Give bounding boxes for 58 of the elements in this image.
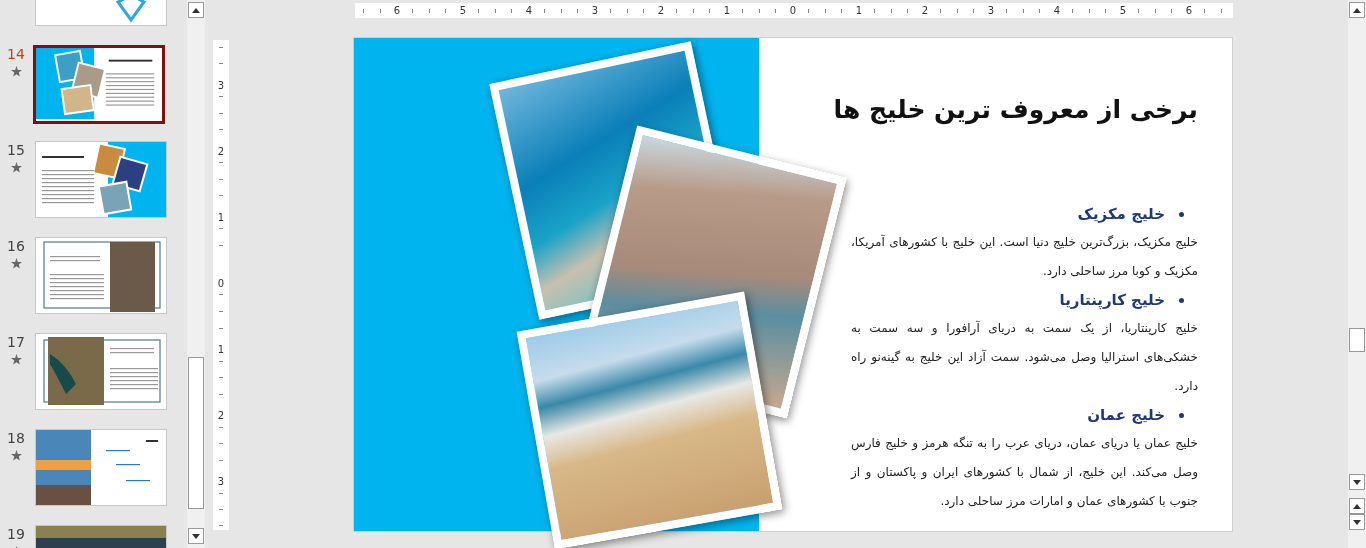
scroll-down-button[interactable] bbox=[1349, 474, 1365, 490]
section-heading: خلیج کارپنتاریا bbox=[1059, 291, 1165, 309]
star-icon bbox=[10, 162, 22, 173]
slide-number: 17 bbox=[7, 333, 25, 351]
ruler-number: 5 bbox=[1119, 5, 1127, 16]
ruler-number: 3 bbox=[217, 79, 225, 91]
bullet-icon bbox=[1179, 297, 1184, 303]
slide-number: 15 bbox=[7, 141, 25, 159]
ruler-number: 4 bbox=[1053, 5, 1061, 16]
ruler-number: 1 bbox=[723, 5, 731, 16]
ruler-number: 1 bbox=[855, 5, 863, 16]
slide-number: 18 bbox=[7, 429, 25, 447]
ruler-number: 0 bbox=[789, 5, 797, 16]
ruler-number: 3 bbox=[987, 5, 995, 16]
bullet-icon bbox=[1179, 412, 1184, 418]
triangle-down-icon bbox=[1353, 479, 1361, 485]
scrollbar[interactable] bbox=[1348, 0, 1366, 548]
triangle-down-icon bbox=[1353, 519, 1361, 525]
ruler-number: 2 bbox=[921, 5, 929, 16]
star-icon bbox=[10, 450, 22, 461]
slide-number: 14 bbox=[7, 45, 25, 63]
ruler-number: 4 bbox=[525, 5, 533, 16]
scroll-up-button[interactable] bbox=[188, 2, 204, 18]
scroll-up-button[interactable] bbox=[1349, 2, 1365, 18]
next-slide-button[interactable] bbox=[1349, 514, 1365, 530]
scroll-down-button[interactable] bbox=[188, 528, 204, 544]
star-icon bbox=[10, 258, 22, 269]
slide-thumbnail[interactable] bbox=[33, 45, 165, 124]
ruler-number: 1 bbox=[217, 211, 225, 223]
ruler-number: 2 bbox=[217, 145, 225, 157]
ruler-number: 6 bbox=[393, 5, 401, 16]
ruler-number: 2 bbox=[657, 5, 665, 16]
ruler-number: 6 bbox=[1185, 5, 1193, 16]
scrollbar-thumb[interactable] bbox=[1349, 328, 1365, 352]
ruler-number: 1 bbox=[217, 343, 225, 355]
section-heading: خلیج مکزیک bbox=[1077, 205, 1165, 223]
triangle-down-icon bbox=[192, 533, 200, 539]
section-text: خلیج کارپنتاریا، از یک سمت به دریای آرافورا و سه سمت به خشکی‌های استرالیا وصل می‌شود. سمت آزاد این خلیج به گینه‌نو راه دارد. bbox=[851, 319, 1198, 396]
ruler-number: 2 bbox=[217, 409, 225, 421]
slide-number: 16 bbox=[7, 237, 25, 255]
slide-number: 19 bbox=[7, 525, 25, 543]
triangle-up-icon bbox=[1353, 7, 1361, 13]
slide-title: برخی از معروف ترین خلیج ها bbox=[832, 94, 1198, 127]
ruler-number: 5 bbox=[459, 5, 467, 16]
ruler-number: 0 bbox=[217, 277, 225, 289]
section-heading: خلیج عمان bbox=[1087, 406, 1165, 424]
triangle-up-icon bbox=[192, 7, 200, 13]
section-text: خلیج مکزیک، بزرگ‌ترین خلیج دنیا است. این خلیج با کشورهای آمریکا، مکزیک و کوبا مرز ساحلی دارد. bbox=[851, 233, 1198, 280]
scrollbar[interactable] bbox=[187, 0, 205, 548]
section-text: خلیج عمان یا دریای عمان، دریای عرب را به تنگه هرمز و خلیج فارس وصل می‌کند. این خلیج، از شمال با کشورهای ایران و پاکستان و از جنوب با کشورهای عمان و امارات مرز ساحلی دارد. bbox=[851, 435, 1198, 511]
previous-slide-button[interactable] bbox=[1349, 498, 1365, 514]
star-icon bbox=[10, 66, 22, 77]
bullet-icon bbox=[1179, 211, 1184, 217]
star-icon bbox=[10, 354, 22, 365]
ruler-number: 3 bbox=[591, 5, 599, 16]
scrollbar-thumb[interactable] bbox=[188, 357, 204, 509]
triangle-up-icon bbox=[1353, 503, 1361, 509]
ruler-number: 3 bbox=[217, 475, 225, 487]
